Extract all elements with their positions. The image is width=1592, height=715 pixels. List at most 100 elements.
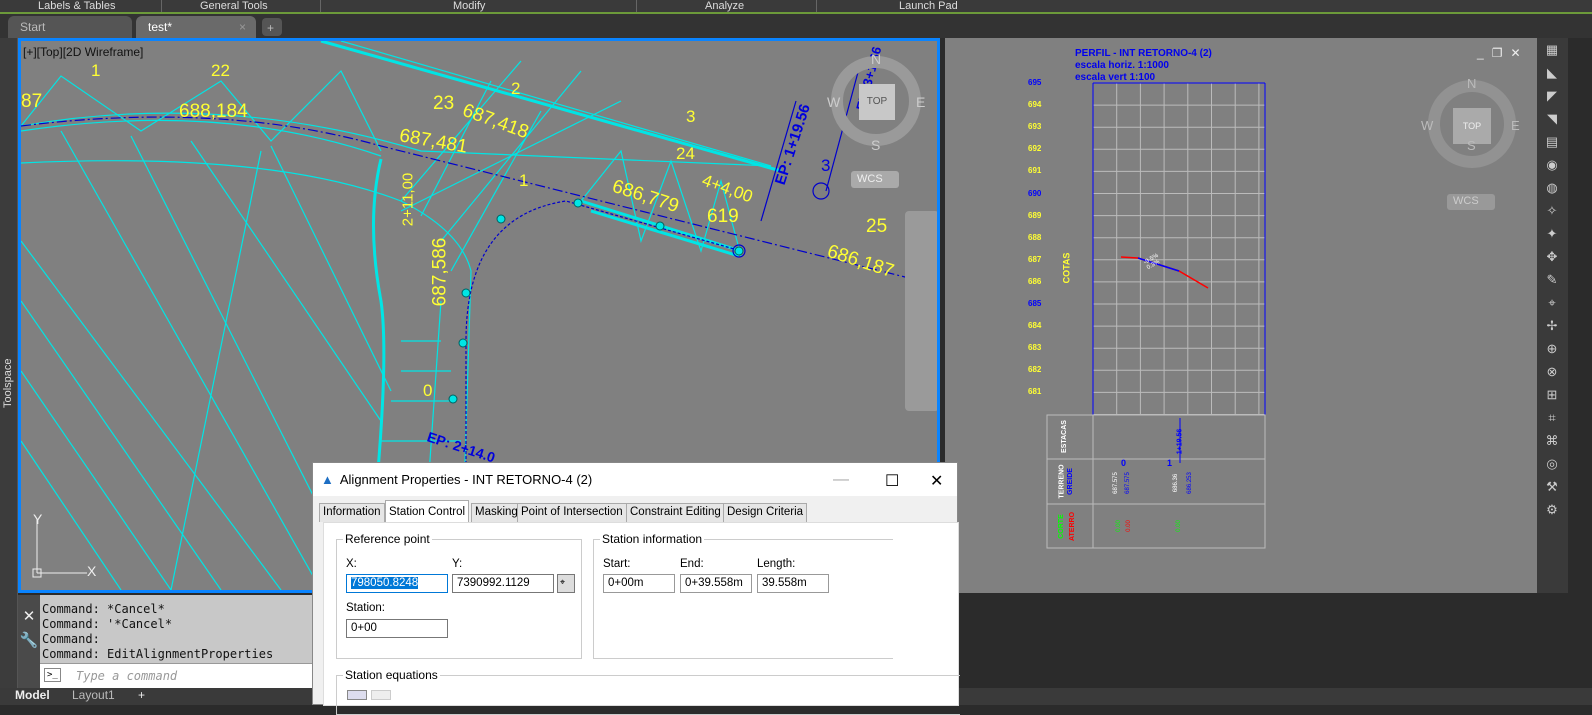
tool-icon[interactable]: ⌖ xyxy=(1542,295,1562,313)
ribbon-panel-labels-tables[interactable]: Labels & Tables xyxy=(38,0,115,12)
tool-icon[interactable]: ◎ xyxy=(1542,456,1562,474)
wrench-icon[interactable]: 🔧 xyxy=(18,631,40,649)
terreno-value: 686.36 xyxy=(1173,473,1180,493)
tool-icon[interactable]: ⚒ xyxy=(1542,479,1562,497)
navigation-bar[interactable] xyxy=(905,211,937,411)
command-history-line: Command: *Cancel* xyxy=(42,602,165,616)
tab-constraint-editing[interactable]: Constraint Editing xyxy=(626,503,725,522)
tool-icon[interactable]: ⌗ xyxy=(1542,410,1562,428)
ribbon-panel-launch-pad[interactable]: Launch Pad xyxy=(899,0,958,12)
add-station-equation-button[interactable] xyxy=(347,690,367,700)
station-1: 1 xyxy=(1167,458,1173,468)
tool-icon[interactable]: ✧ xyxy=(1542,203,1562,221)
y-tick-label: 686 xyxy=(1028,276,1042,286)
row-label-greide: GREIDE xyxy=(1066,468,1074,495)
dialog-title-bar[interactable]: ▲ Alignment Properties - INT RETORNO-4 (… xyxy=(313,463,957,496)
command-line-handle[interactable]: ✕ 🔧 xyxy=(18,595,40,688)
x-input[interactable]: 798050.8248 xyxy=(346,574,448,593)
compass-s[interactable]: S xyxy=(871,137,880,153)
tab-information[interactable]: Information xyxy=(319,503,385,522)
tab-masking[interactable]: Masking xyxy=(471,503,522,522)
command-prompt-icon[interactable]: >_ xyxy=(44,668,61,682)
minimize-button[interactable]: — xyxy=(833,471,849,489)
y-tick-label: 688 xyxy=(1028,232,1042,242)
tool-icon[interactable]: ◣ xyxy=(1542,65,1562,83)
y-tick-label: 684 xyxy=(1028,321,1042,331)
tool-icon[interactable]: ◤ xyxy=(1542,88,1562,106)
station-equations-group: Station equations xyxy=(336,668,960,715)
greide-value: 686.253 xyxy=(1186,472,1193,494)
minimize-button[interactable]: _ xyxy=(1477,46,1492,60)
tool-icon[interactable]: ✥ xyxy=(1542,249,1562,267)
maximize-button[interactable]: ☐ xyxy=(885,471,899,491)
tool-icon[interactable]: ◉ xyxy=(1542,157,1562,175)
aterro-value: 0.00 xyxy=(1125,520,1132,532)
y-tick-label: 693 xyxy=(1028,122,1042,132)
ribbon-panel-general-tools[interactable]: General Tools xyxy=(200,0,268,12)
ribbon: Labels & Tables General Tools Modify Ana… xyxy=(0,0,1592,14)
tool-icon[interactable]: ✦ xyxy=(1542,226,1562,244)
station-input[interactable]: 0+00 xyxy=(346,619,448,638)
compass-w[interactable]: W xyxy=(827,94,840,110)
tool-icon[interactable]: ⊞ xyxy=(1542,387,1562,405)
tab-station-control[interactable]: Station Control xyxy=(385,500,470,523)
close-button[interactable]: ✕ xyxy=(1510,46,1528,60)
compass-n[interactable]: N xyxy=(871,51,881,67)
terreno-value: 687.575 xyxy=(1112,472,1119,494)
tab-test[interactable]: test* × xyxy=(136,16,256,38)
y-input[interactable]: 7390992.1129 xyxy=(452,574,554,593)
group-caption: Station information xyxy=(600,532,705,546)
tool-icon[interactable]: ◍ xyxy=(1542,180,1562,198)
command-history-line: Command: EditAlignmentProperties xyxy=(42,647,274,661)
compass-w[interactable]: W xyxy=(1421,118,1433,133)
compass-s[interactable]: S xyxy=(1467,138,1476,153)
reference-point-group: Reference point X: 798050.8248 Y: 739099… xyxy=(336,532,582,659)
greide-value: 687.575 xyxy=(1124,472,1131,494)
annotation: 24 xyxy=(676,144,695,163)
tool-icon[interactable]: ⚙ xyxy=(1542,502,1562,520)
add-layout-button[interactable]: + xyxy=(138,688,145,702)
wcs-menu[interactable]: WCS xyxy=(1447,194,1495,210)
restore-button[interactable]: ❐ xyxy=(1492,46,1511,60)
tab-point-of-intersection[interactable]: Point of Intersection xyxy=(517,503,627,522)
annotation: 1 xyxy=(91,61,101,80)
viewport-controls-label[interactable]: [+][Top][2D Wireframe] xyxy=(23,45,143,59)
y-tick-label: 695 xyxy=(1028,78,1042,87)
tool-icon[interactable]: ▦ xyxy=(1542,42,1562,60)
end-label: End: xyxy=(680,558,704,570)
close-button[interactable]: ✕ xyxy=(930,471,943,491)
y-tick-label: 687 xyxy=(1028,254,1042,264)
tab-start[interactable]: Start xyxy=(8,16,132,38)
annotation: 87 xyxy=(21,91,43,112)
annotation: 687,586 xyxy=(429,237,451,307)
tool-icon[interactable]: ⊕ xyxy=(1542,341,1562,359)
tool-icon[interactable]: ⌘ xyxy=(1542,433,1562,451)
toolspace-palette[interactable]: Toolspace xyxy=(0,38,18,690)
delete-station-equation-button[interactable] xyxy=(371,690,391,700)
compass-e[interactable]: E xyxy=(916,94,925,110)
close-icon[interactable]: ✕ xyxy=(18,607,40,625)
annotation: 3 xyxy=(686,107,696,126)
wcs-menu[interactable]: WCS xyxy=(851,171,899,188)
row-label-aterro: ATERRO xyxy=(1069,511,1077,542)
tab-design-criteria[interactable]: Design Criteria xyxy=(723,503,808,522)
tool-icon[interactable]: ✎ xyxy=(1542,272,1562,290)
profile-viewport[interactable]: PERFIL - INT RETORNO-4 (2) escala horiz.… xyxy=(945,38,1537,593)
compass-e[interactable]: E xyxy=(1511,118,1520,133)
viewcube-top-face[interactable]: TOP xyxy=(859,84,895,120)
tool-icon[interactable]: ✢ xyxy=(1542,318,1562,336)
new-tab-button[interactable]: + xyxy=(262,18,282,36)
close-icon[interactable]: × xyxy=(239,20,246,34)
y-tick-label: 685 xyxy=(1028,299,1042,308)
compass-n[interactable]: N xyxy=(1467,76,1476,91)
start-value: 0+00m xyxy=(603,574,675,593)
tool-icon[interactable]: ⊗ xyxy=(1542,364,1562,382)
tool-icon[interactable]: ▤ xyxy=(1542,134,1562,152)
ribbon-panel-modify[interactable]: Modify xyxy=(453,0,485,12)
tab-model[interactable]: Model xyxy=(15,688,50,702)
tool-icon[interactable]: ◥ xyxy=(1542,111,1562,129)
annotation: 23 xyxy=(433,93,455,114)
pick-point-button[interactable]: ⌖ xyxy=(557,574,575,593)
ribbon-panel-analyze[interactable]: Analyze xyxy=(705,0,744,12)
tab-layout1[interactable]: Layout1 xyxy=(72,688,115,702)
